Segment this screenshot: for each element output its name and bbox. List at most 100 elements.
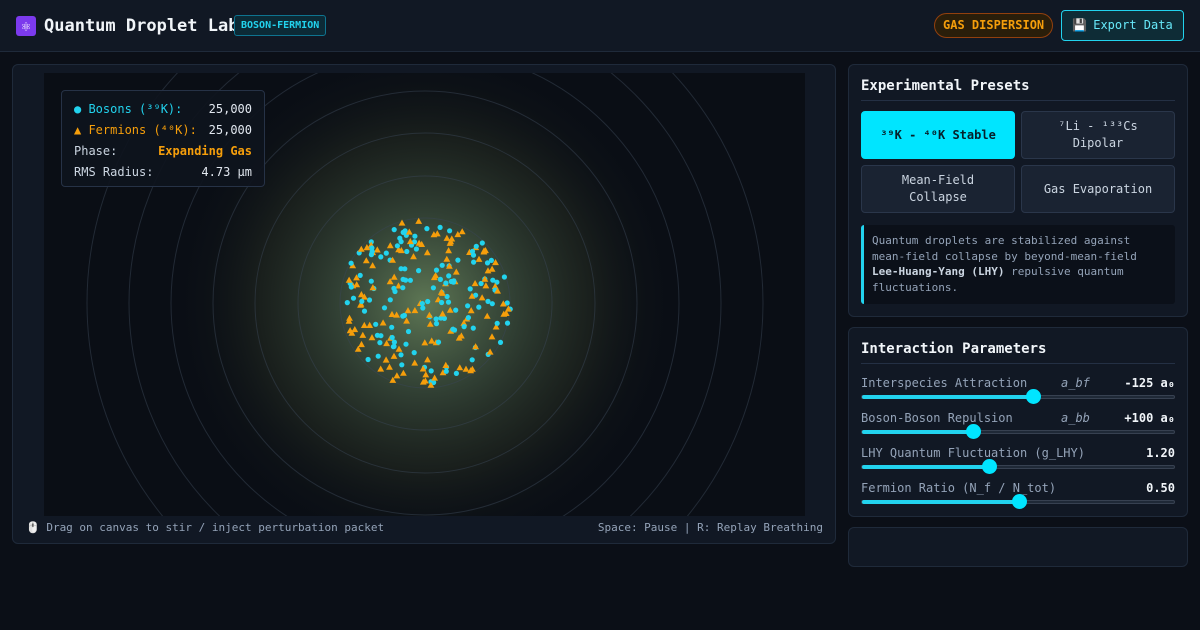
boson-particle <box>453 370 459 376</box>
boson-particle <box>378 254 384 260</box>
readout-row-bosons: ● Bosons (³⁹K): 25,000 <box>74 99 252 120</box>
boson-particle <box>416 268 422 274</box>
param-value: 0.50 <box>1146 481 1175 495</box>
boson-particle <box>455 257 461 263</box>
parameters-title: Interaction Parameters <box>861 340 1175 364</box>
boson-particle <box>425 298 431 305</box>
boson-particle <box>461 324 467 330</box>
interspecies-attraction-slider[interactable] <box>861 389 1175 404</box>
preset-gas-evaporation[interactable]: Gas Evaporation <box>1021 165 1175 213</box>
boson-particle <box>485 298 491 304</box>
boson-particle <box>366 297 373 303</box>
boson-particle <box>469 248 476 254</box>
param-name: Boson-Boson Repulsion <box>861 411 1013 425</box>
param-name: Fermion Ratio (N_f / N_tot) <box>861 481 1057 495</box>
rms-value: 4.73 µm <box>201 165 252 179</box>
boson-particle <box>348 260 354 266</box>
param-name: Interspecies Attraction <box>861 376 1028 390</box>
boson-particle <box>451 278 457 284</box>
readout-row-fermions: ▲ Fermions (⁴⁰K): 25,000 <box>74 120 252 141</box>
boson-particle <box>465 315 471 321</box>
boson-boson-repulsion-slider[interactable] <box>861 424 1175 439</box>
boson-particle <box>391 343 397 349</box>
boson-particle <box>350 295 357 301</box>
boson-particle <box>412 233 418 239</box>
boson-particle <box>479 240 485 246</box>
boson-particle <box>435 339 442 345</box>
app-title: Quantum Droplet Lab <box>44 16 239 36</box>
boson-particle <box>399 362 405 368</box>
param-fermion-ratio: Fermion Ratio (N_f / N_tot) 0.50 <box>861 481 1175 513</box>
bosons-label: ● Bosons (³⁹K): <box>74 102 183 116</box>
boson-particle <box>433 321 440 327</box>
boson-particle <box>504 320 511 326</box>
slider-fill <box>862 395 1034 399</box>
boson-particle <box>373 321 379 327</box>
simulation-panel: ● Bosons (³⁹K): 25,000 ▲ Fermions (⁴⁰K):… <box>12 64 836 544</box>
readout-row-rms: RMS Radius: 4.73 µm <box>74 162 252 183</box>
boson-particle <box>447 228 453 234</box>
boson-particle <box>419 301 425 307</box>
lhy-fluctuation-slider[interactable] <box>861 459 1175 474</box>
boson-particle <box>437 224 443 230</box>
boson-particle <box>411 350 417 356</box>
param-value: +100 a₀ <box>1124 411 1175 425</box>
boson-particle <box>405 328 412 335</box>
boson-particle <box>368 252 374 258</box>
boson-particle <box>403 341 409 347</box>
fermions-label: ▲ Fermions (⁴⁰K): <box>74 123 197 137</box>
boson-particle <box>439 299 445 306</box>
boson-particle <box>433 316 439 322</box>
boson-particle <box>374 332 380 338</box>
fermions-count: 25,000 <box>208 123 252 137</box>
fermion-ratio-slider[interactable] <box>861 494 1175 509</box>
export-data-button[interactable]: 💾 Export Data <box>1061 10 1184 41</box>
boson-particle <box>365 356 371 363</box>
preset-k39-k40-stable[interactable]: ³⁹K - ⁴⁰K Stable <box>861 111 1015 159</box>
phase-value: Expanding Gas <box>158 144 252 158</box>
keyboard-shortcuts-hint: Space: Pause | R: Replay Breathing <box>597 521 823 534</box>
preset-mean-field-collapse[interactable]: Mean-Field Collapse <box>861 165 1015 213</box>
boson-particle <box>398 266 404 272</box>
bosons-count: 25,000 <box>208 102 252 116</box>
boson-particle <box>389 324 395 330</box>
boson-particle <box>465 303 471 309</box>
boson-particle <box>437 276 443 282</box>
param-value: -125 a₀ <box>1124 376 1175 390</box>
boson-particle <box>471 259 477 265</box>
boson-particle <box>389 334 395 341</box>
preset-li7-cs133-dipolar[interactable]: ⁷Li - ¹³³Cs Dipolar <box>1021 111 1175 159</box>
boson-particle <box>451 327 458 333</box>
boson-particle <box>357 272 363 278</box>
atom-icon: ⚛ <box>16 16 36 36</box>
additional-panel <box>848 527 1188 567</box>
boson-particle <box>446 273 452 279</box>
boson-particle <box>424 226 430 232</box>
interaction-parameters-panel: Interaction Parameters Interspecies Attr… <box>848 327 1188 517</box>
boson-particle <box>394 243 400 249</box>
boson-particle <box>403 277 409 283</box>
param-boson-boson-repulsion: Boson-Boson Repulsion a_bb +100 a₀ <box>861 411 1175 443</box>
slider-thumb[interactable] <box>1012 494 1027 509</box>
boson-particle <box>377 340 383 346</box>
boson-particle <box>391 285 397 291</box>
boson-particle <box>467 286 473 292</box>
boson-particle <box>445 299 452 305</box>
boson-particle <box>402 228 408 234</box>
slider-thumb[interactable] <box>1026 389 1042 404</box>
presets-title: Experimental Presets <box>861 77 1175 101</box>
boson-particle <box>490 277 496 283</box>
boson-particle <box>381 305 388 311</box>
param-name: LHY Quantum Fluctuation (g_LHY) <box>861 446 1085 460</box>
param-symbol: a_bb <box>1061 411 1090 425</box>
boson-particle <box>494 320 500 326</box>
simulation-canvas[interactable]: ● Bosons (³⁹K): 25,000 ▲ Fermions (⁴⁰K):… <box>44 73 805 516</box>
param-value: 1.20 <box>1146 446 1175 460</box>
app-header: ⚛ Quantum Droplet Lab BOSON-FERMION GAS … <box>0 0 1200 52</box>
slider-thumb[interactable] <box>982 459 998 474</box>
slider-thumb[interactable] <box>966 424 982 439</box>
boson-particle <box>398 239 404 245</box>
boson-particle <box>407 277 413 283</box>
boson-particle <box>439 262 445 268</box>
phase-label: Phase: <box>74 144 118 158</box>
